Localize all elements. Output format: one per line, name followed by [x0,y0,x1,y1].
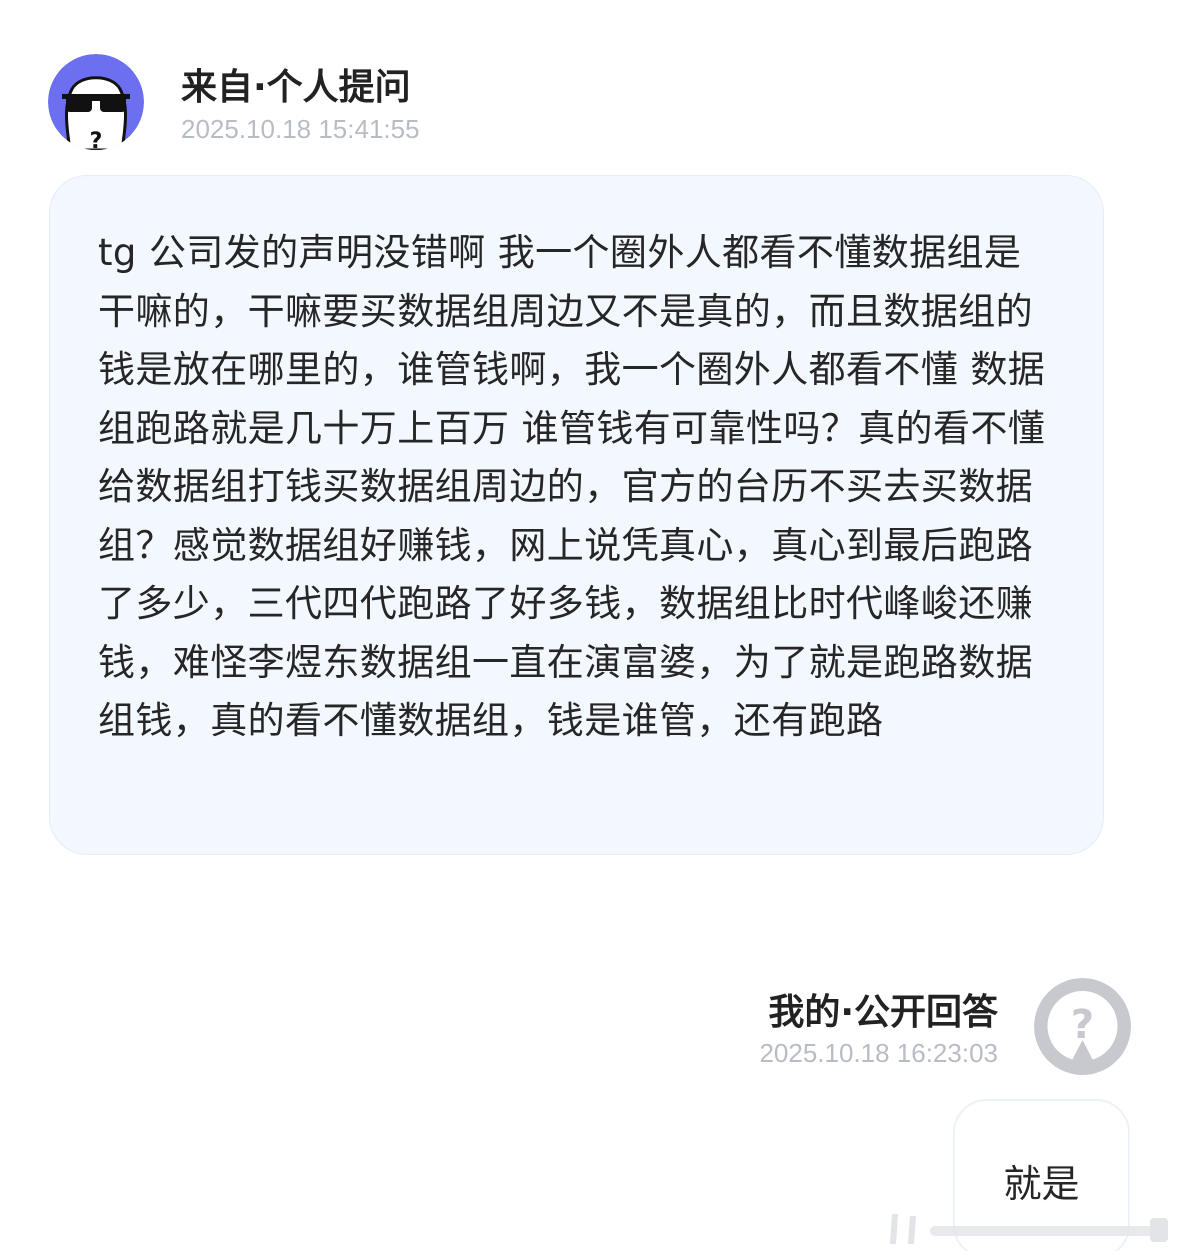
question-timestamp: 2025.10.18 15:41:55 [181,114,420,144]
answer-source-title: 我的·公开回答 [768,992,998,1033]
answer-text: 就是 [1003,1162,1080,1206]
answer-timestamp: 2025.10.18 16:23:03 [759,1038,998,1068]
answerer-avatar[interactable]: ? [1034,978,1131,1075]
qa-page: ? 来自·个人提问 2025.10.18 15:41:55 tg 公司发的声明没… [0,0,1179,1251]
svg-text:?: ? [90,129,103,150]
sunglasses-face-avatar-icon: ? [48,54,144,150]
watermark-graphic [890,1214,1168,1244]
svg-text:?: ? [1071,1002,1094,1048]
question-source-title: 来自·个人提问 [181,67,411,108]
question-bubble: tg 公司发的声明没错啊 我一个圈外人都看不懂数据组是干嘛的，干嘛要买数据组周边… [49,175,1104,855]
question-text: tg 公司发的声明没错啊 我一个圈外人都看不懂数据组是干嘛的，干嘛要买数据组周边… [98,231,1046,742]
question-mark-avatar-icon: ? [1034,978,1131,1075]
questioner-avatar[interactable]: ? [48,54,144,150]
